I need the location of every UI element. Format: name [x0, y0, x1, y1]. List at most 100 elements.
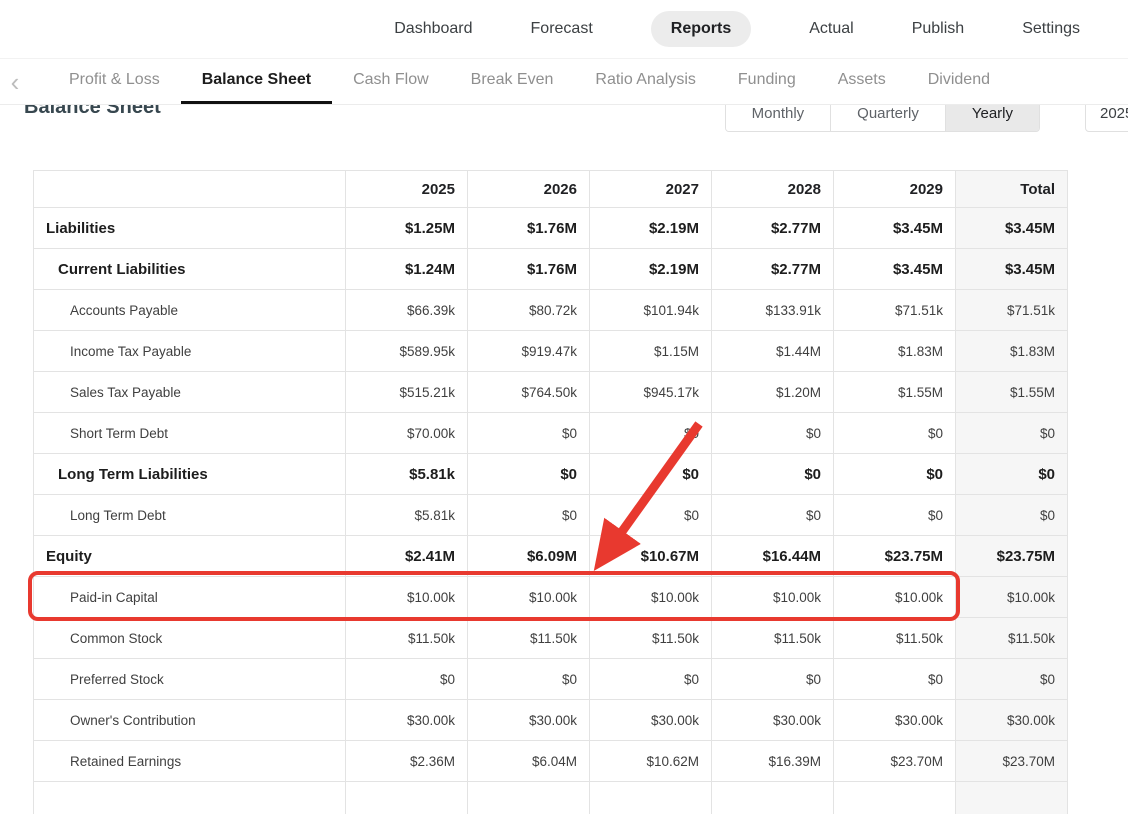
table-row-sales-tax-payable: Sales Tax Payable $515.21k $764.50k $945.17… — [33, 371, 1068, 413]
table-row-current-liabilities: Current Liabilities $1.24M $1.76M $2.19M $2.… — [33, 248, 1068, 290]
value-cell: $0 — [467, 658, 590, 700]
value-cell: $133.91k — [711, 289, 834, 331]
value-cell: $5.81k — [345, 494, 468, 536]
value-cell: $23.70M — [833, 740, 956, 782]
value-cell: $2.77M — [711, 248, 834, 290]
value-cell: $1.44M — [711, 330, 834, 372]
table-row-owner-s-contribution: Owner's Contribution $30.00k $30.00k $30.00… — [33, 699, 1068, 741]
value-cell: $0 — [833, 494, 956, 536]
tab-funding[interactable]: Funding — [717, 59, 817, 104]
column-header-2025: 2025 — [345, 170, 468, 208]
value-cell: $0 — [589, 494, 712, 536]
value-cell: $0 — [711, 494, 834, 536]
table-row-accounts-payable: Accounts Payable $66.39k $80.72k $101.94k $1… — [33, 289, 1068, 331]
value-cell — [833, 781, 956, 814]
value-cell: $6.09M — [467, 535, 590, 577]
total-value-cell: $1.55M — [955, 371, 1068, 413]
row-label: Equity — [33, 535, 346, 577]
total-value-cell: $30.00k — [955, 699, 1068, 741]
total-value-cell: $0 — [955, 658, 1068, 700]
value-cell: $2.41M — [345, 535, 468, 577]
row-label: Common Stock — [33, 617, 346, 659]
value-cell: $919.47k — [467, 330, 590, 372]
value-cell — [467, 781, 590, 814]
app-window: Dashboard Forecast Reports Actual Publish Set… — [0, 0, 1128, 814]
value-cell: $23.75M — [833, 535, 956, 577]
table-row-short-term-debt: Short Term Debt $70.00k $0 $0 $0 $0 $0 — [33, 412, 1068, 454]
total-value-cell: $3.45M — [955, 207, 1068, 249]
tab-ratio-analysis[interactable]: Ratio Analysis — [574, 59, 717, 104]
column-header-label — [33, 170, 346, 208]
row-label: Accounts Payable — [33, 289, 346, 331]
total-value-cell — [955, 781, 1068, 814]
value-cell: $589.95k — [345, 330, 468, 372]
total-value-cell: $1.83M — [955, 330, 1068, 372]
row-label: Owner's Contribution — [33, 699, 346, 741]
value-cell: $2.36M — [345, 740, 468, 782]
tab-break-even[interactable]: Break Even — [450, 59, 575, 104]
top-nav: Dashboard Forecast Reports Actual Publish Set… — [0, 0, 1128, 59]
top-nav-item-reports[interactable]: Reports — [650, 11, 752, 47]
top-nav-item-actual[interactable]: Actual — [809, 20, 853, 38]
total-value-cell: $3.45M — [955, 248, 1068, 290]
row-label: Sales Tax Payable — [33, 371, 346, 413]
chevron-left-icon[interactable]: ‹ — [0, 69, 30, 95]
value-cell: $3.45M — [833, 248, 956, 290]
value-cell: $0 — [467, 494, 590, 536]
value-cell: $30.00k — [467, 699, 590, 741]
table-row-retained-earnings: Retained Earnings $2.36M $6.04M $10.62M $16.… — [33, 740, 1068, 782]
total-value-cell: $10.00k — [955, 576, 1068, 618]
row-label: Short Term Debt — [33, 412, 346, 454]
row-label: Retained Earnings — [33, 740, 346, 782]
value-cell: $80.72k — [467, 289, 590, 331]
value-cell: $0 — [345, 658, 468, 700]
row-label: Long Term Debt — [33, 494, 346, 536]
value-cell: $0 — [589, 658, 712, 700]
value-cell: $0 — [711, 453, 834, 495]
value-cell: $1.83M — [833, 330, 956, 372]
top-nav-item-publish[interactable]: Publish — [912, 20, 964, 38]
total-value-cell: $23.70M — [955, 740, 1068, 782]
value-cell: $11.50k — [711, 617, 834, 659]
tab-assets[interactable]: Assets — [817, 59, 907, 104]
value-cell: $515.21k — [345, 371, 468, 413]
tab-balance-sheet[interactable]: Balance Sheet — [180, 59, 333, 104]
tab-dividend[interactable]: Dividend — [907, 59, 1011, 104]
row-label: Income Tax Payable — [33, 330, 346, 372]
value-cell: $10.00k — [589, 576, 712, 618]
table-row — [33, 781, 1068, 814]
value-cell: $1.55M — [833, 371, 956, 413]
top-nav-item-dashboard[interactable]: Dashboard — [394, 20, 472, 38]
tab-cash-flow[interactable]: Cash Flow — [332, 59, 450, 104]
column-header-2027: 2027 — [589, 170, 712, 208]
value-cell — [711, 781, 834, 814]
row-label: Paid-in Capital — [33, 576, 346, 618]
table-row-equity: Equity $2.41M $6.09M $10.67M $16.44M $23.75M $… — [33, 535, 1068, 577]
value-cell: $30.00k — [345, 699, 468, 741]
value-cell: $0 — [589, 412, 712, 454]
column-header-2028: 2028 — [711, 170, 834, 208]
value-cell: $11.50k — [589, 617, 712, 659]
table-header-row: 2025 2026 2027 2028 2029 Total — [33, 170, 1068, 208]
table-row-common-stock: Common Stock $11.50k $11.50k $11.50k $11.50k… — [33, 617, 1068, 659]
total-value-cell: $0 — [955, 453, 1068, 495]
value-cell: $0 — [589, 453, 712, 495]
value-cell: $10.00k — [467, 576, 590, 618]
tab-profit-loss[interactable]: Profit & Loss — [48, 59, 181, 104]
top-nav-item-settings[interactable]: Settings — [1022, 20, 1080, 38]
value-cell: $2.19M — [589, 248, 712, 290]
value-cell: $101.94k — [589, 289, 712, 331]
value-cell: $6.04M — [467, 740, 590, 782]
value-cell: $0 — [711, 658, 834, 700]
row-label: Current Liabilities — [33, 248, 346, 290]
value-cell — [345, 781, 468, 814]
value-cell: $10.00k — [833, 576, 956, 618]
table-row-long-term-debt: Long Term Debt $5.81k $0 $0 $0 $0 $0 — [33, 494, 1068, 536]
value-cell: $1.76M — [467, 207, 590, 249]
top-nav-item-forecast[interactable]: Forecast — [531, 20, 593, 38]
value-cell: $30.00k — [711, 699, 834, 741]
value-cell: $1.25M — [345, 207, 468, 249]
value-cell: $764.50k — [467, 371, 590, 413]
value-cell: $2.19M — [589, 207, 712, 249]
year-range-value: 2025 2 — [1100, 104, 1128, 122]
